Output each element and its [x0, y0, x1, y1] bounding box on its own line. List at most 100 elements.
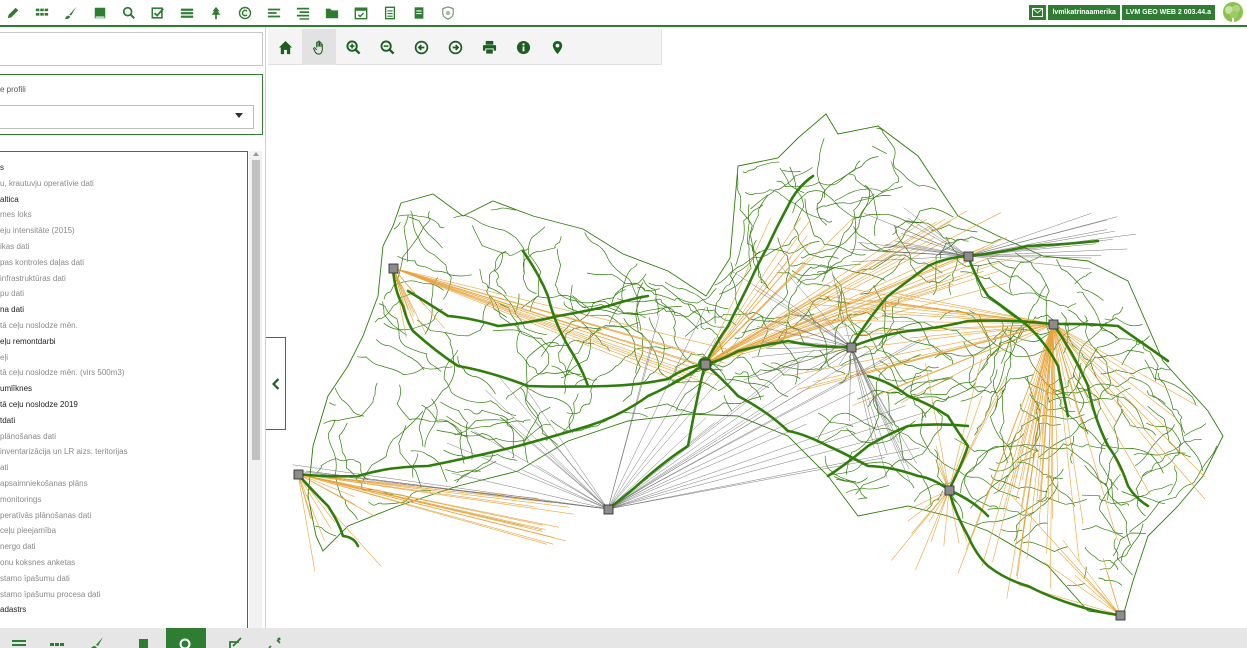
- layer-item[interactable]: mes loks: [0, 207, 246, 223]
- layer-item[interactable]: monitorings: [0, 492, 246, 508]
- minor-road: [334, 387, 365, 417]
- minor-road: [1076, 291, 1117, 339]
- minor-road: [1110, 478, 1131, 562]
- layer-item[interactable]: ikas dati: [0, 239, 246, 255]
- layer-item[interactable]: peratīvās plānošanas dati: [0, 508, 246, 524]
- document-icon[interactable]: [381, 4, 398, 21]
- mail-icon[interactable]: [1029, 4, 1047, 20]
- flow-line: [805, 346, 852, 372]
- terminal-marker: [944, 485, 955, 496]
- brush-icon[interactable]: [62, 4, 79, 21]
- print-button[interactable]: [472, 29, 506, 65]
- search-input[interactable]: [0, 32, 263, 66]
- forward-icon: [448, 40, 462, 54]
- flow-line: [297, 473, 356, 505]
- layer-item[interactable]: tā ceļu noslodze 2019: [0, 397, 246, 413]
- flow-line: [292, 464, 609, 510]
- scrollbar-thumb[interactable]: [252, 160, 260, 460]
- minor-road: [887, 393, 932, 505]
- calendar-check-icon[interactable]: [352, 4, 369, 21]
- layer-item[interactable]: s: [0, 160, 246, 176]
- layer-item[interactable]: eļi: [0, 350, 246, 366]
- chevron-down-icon: [235, 113, 243, 118]
- tree-icon[interactable]: [207, 4, 224, 21]
- top-icon-row: [4, 4, 468, 21]
- shield-icon[interactable]: [439, 4, 456, 21]
- minor-road: [1009, 255, 1041, 294]
- zoom-in-button[interactable]: [336, 29, 370, 65]
- layer-item[interactable]: tā ceļu noslodze mēn. (virs 500m3): [0, 365, 246, 381]
- layer-item[interactable]: inventarizācija un LR aizs. teritorijas: [0, 444, 246, 460]
- flow-line: [850, 346, 910, 469]
- minor-road: [1113, 532, 1147, 557]
- grid-icon[interactable]: [42, 628, 72, 648]
- layers-icon[interactable]: [178, 4, 195, 21]
- flow-line: [392, 267, 727, 350]
- flow-line: [451, 472, 609, 510]
- layer-item[interactable]: altica: [0, 192, 246, 208]
- map-canvas[interactable]: [268, 66, 1247, 628]
- layer-item[interactable]: nergo dati: [0, 539, 246, 555]
- minor-road: [881, 314, 954, 366]
- flow-line: [392, 267, 408, 314]
- layer-item[interactable]: u, krautuvju operatīvie dati: [0, 176, 246, 192]
- layer-item[interactable]: tdati: [0, 413, 246, 429]
- user-badge[interactable]: lvm\katrinaamerika: [1048, 4, 1120, 20]
- print-icon: [482, 40, 496, 55]
- zoom-out-button[interactable]: [370, 29, 404, 65]
- layer-item[interactable]: stamo īpašumu procesa dati: [0, 587, 246, 603]
- terminal-marker: [603, 504, 614, 515]
- layer-item[interactable]: umlīknes: [0, 381, 246, 397]
- minor-road: [564, 329, 602, 394]
- layer-item[interactable]: onu koksnes anketas: [0, 555, 246, 571]
- search-icon[interactable]: [120, 4, 137, 21]
- major-road: [703, 174, 815, 366]
- book-icon[interactable]: [128, 628, 158, 648]
- minor-road: [800, 185, 870, 259]
- layer-item[interactable]: adastrs: [0, 602, 246, 618]
- layer-item[interactable]: stamo īpašumu dati: [0, 571, 246, 587]
- layer-item[interactable]: ati: [0, 460, 246, 476]
- layer-item[interactable]: eju intensitāte (2015): [0, 223, 246, 239]
- grid-icon[interactable]: [33, 4, 50, 21]
- book-icon[interactable]: [91, 4, 108, 21]
- folder-icon[interactable]: [323, 4, 340, 21]
- map-view[interactable]: [268, 66, 1247, 628]
- layer-item[interactable]: pas kontroles daļas dati: [0, 255, 246, 271]
- back-button[interactable]: [404, 29, 438, 65]
- brush-icon[interactable]: [82, 628, 112, 648]
- home-button[interactable]: [268, 29, 302, 65]
- layer-item[interactable]: tā ceļu noslodze mēn.: [0, 318, 246, 334]
- checklist-icon[interactable]: [149, 4, 166, 21]
- scroll-up-arrow-icon[interactable]: [253, 152, 259, 156]
- forward-button[interactable]: [438, 29, 472, 65]
- minor-road: [706, 306, 710, 314]
- terminal-marker: [1115, 610, 1126, 621]
- minor-road: [974, 321, 1014, 436]
- minor-road: [443, 349, 517, 417]
- location-button[interactable]: [540, 29, 574, 65]
- layer-item[interactable]: plānošanas dati: [0, 429, 246, 445]
- info-button[interactable]: [506, 29, 540, 65]
- list-icon[interactable]: [265, 4, 282, 21]
- align-icon[interactable]: [294, 4, 311, 21]
- minor-road: [895, 329, 952, 361]
- profile-select[interactable]: [0, 105, 254, 129]
- layer-item[interactable]: apsaimniekošanas plāns: [0, 476, 246, 492]
- edit-icon[interactable]: [4, 4, 21, 21]
- list-icon[interactable]: [4, 628, 34, 648]
- search-icon[interactable]: [166, 628, 206, 648]
- checklist-icon[interactable]: [220, 628, 250, 648]
- flow-line: [607, 337, 740, 510]
- profile-section: e profili: [0, 74, 263, 135]
- layer-item[interactable]: eļu remontdarbi: [0, 334, 246, 350]
- edit-icon[interactable]: [260, 628, 290, 648]
- pan-button[interactable]: [302, 29, 336, 65]
- layer-item[interactable]: pu dati: [0, 286, 246, 302]
- layer-item[interactable]: infrastruktūras dati: [0, 271, 246, 287]
- layer-item[interactable]: ceļu pieejamība: [0, 523, 246, 539]
- layer-item[interactable]: na dati: [0, 302, 246, 318]
- document-filled-icon[interactable]: [410, 4, 427, 21]
- minor-road: [818, 412, 854, 427]
- copyright-icon[interactable]: [236, 4, 253, 21]
